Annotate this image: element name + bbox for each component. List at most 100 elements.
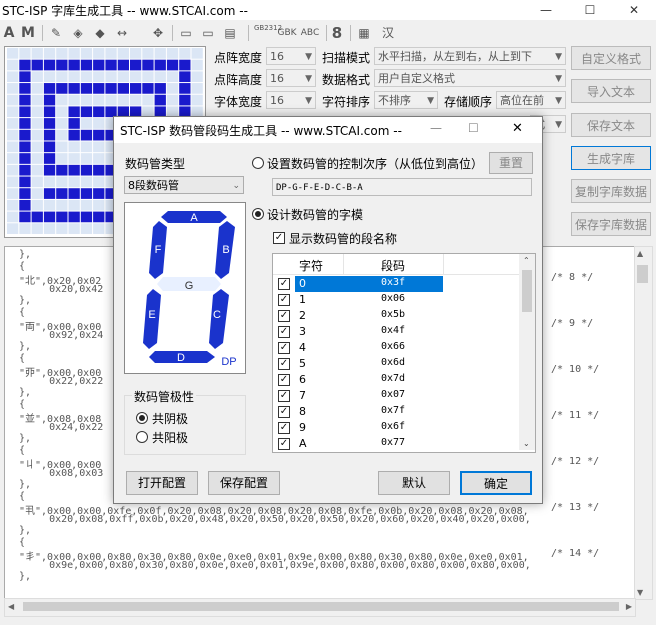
segment-code-list[interactable]: 字符 段码 ✓ 0 0x3f ✓ 1 0x06 ✓ 2 0x5b ✓ 3 0x4f ✓ 4 0x66 ✓ 5 0x… <box>272 253 536 453</box>
bitmap-cell[interactable] <box>68 94 80 106</box>
dot-width-select[interactable]: 16 ▼ <box>266 47 316 65</box>
bitmap-cell[interactable] <box>191 71 203 83</box>
ok-button[interactable]: 确定 <box>460 471 532 495</box>
seven-segment-button[interactable]: 8 <box>330 24 344 42</box>
bitmap-cell[interactable] <box>68 199 80 211</box>
list-item[interactable]: ✓ A 0x77 <box>273 436 519 452</box>
bitmap-cell[interactable] <box>43 59 56 71</box>
bitmap-cell[interactable] <box>19 211 31 223</box>
maximize-button[interactable]: ☐ <box>570 0 610 20</box>
bitmap-cell[interactable] <box>43 94 56 106</box>
list-item[interactable]: ✓ 3 0x4f <box>273 324 519 340</box>
bitmap-cell[interactable] <box>179 59 191 71</box>
bitmap-cell[interactable] <box>31 59 43 71</box>
bitmap-cell[interactable] <box>105 94 117 106</box>
bitmap-cell[interactable] <box>43 211 56 223</box>
bitmap-cell[interactable] <box>68 153 80 164</box>
bitmap-cell[interactable] <box>154 71 166 83</box>
erase-icon[interactable]: ◆ <box>92 24 108 42</box>
bitmap-cell[interactable] <box>93 48 105 59</box>
import-text-button[interactable]: 导入文本 <box>571 79 651 103</box>
bitmap-cell[interactable] <box>43 141 56 153</box>
bitmap-cell[interactable] <box>179 48 191 59</box>
bitmap-cell[interactable] <box>7 199 19 211</box>
export-icon[interactable]: ▤ <box>222 24 238 42</box>
row-checkbox[interactable]: ✓ <box>278 294 290 306</box>
row-checkbox[interactable]: ✓ <box>278 374 290 386</box>
bitmap-cell[interactable] <box>31 199 43 211</box>
bitmap-cell[interactable] <box>31 153 43 164</box>
bitmap-cell[interactable] <box>80 71 93 83</box>
open-icon[interactable]: ▭ <box>178 24 194 42</box>
bitmap-cell[interactable] <box>43 71 56 83</box>
bitmap-cell[interactable] <box>154 59 166 71</box>
bitmap-cell[interactable] <box>142 83 154 94</box>
row-checkbox[interactable]: ✓ <box>278 310 290 322</box>
bitmap-cell[interactable] <box>56 118 68 129</box>
bitmap-cell[interactable] <box>7 129 19 141</box>
bitmap-cell[interactable] <box>31 94 43 106</box>
pencil-icon[interactable]: ✎ <box>48 24 64 42</box>
row-checkbox[interactable]: ✓ <box>278 326 290 338</box>
bitmap-cell[interactable] <box>43 106 56 118</box>
bitmap-cell[interactable] <box>93 176 105 188</box>
bitmap-cell[interactable] <box>130 71 142 83</box>
bitmap-cell[interactable] <box>105 59 117 71</box>
save-config-button[interactable]: 保存配置 <box>208 471 280 495</box>
bitmap-cell[interactable] <box>130 48 142 59</box>
bitmap-cell[interactable] <box>93 129 105 141</box>
bitmap-cell[interactable] <box>7 83 19 94</box>
bitmap-cell[interactable] <box>43 129 56 141</box>
bitmap-cell[interactable] <box>43 83 56 94</box>
bitmap-cell[interactable] <box>68 176 80 188</box>
bitmap-cell[interactable] <box>68 211 80 223</box>
bitmap-cell[interactable] <box>19 164 31 176</box>
bitmap-cell[interactable] <box>43 118 56 129</box>
bitmap-cell[interactable] <box>93 141 105 153</box>
scan-mode-select[interactable]: 水平扫描，从左到右，从上到下 ▼ <box>374 47 566 65</box>
list-item[interactable]: ✓ 2 0x5b <box>273 308 519 324</box>
vertical-scrollbar[interactable]: ▲ ▼ <box>634 246 653 600</box>
bitmap-cell[interactable] <box>19 141 31 153</box>
bitmap-cell[interactable] <box>191 59 203 71</box>
bitmap-cell[interactable] <box>154 48 166 59</box>
bitmap-cell[interactable] <box>31 164 43 176</box>
storage-order-select[interactable]: 高位在前 ▼ <box>496 91 566 109</box>
bitmap-cell[interactable] <box>93 118 105 129</box>
bitmap-cell[interactable] <box>68 164 80 176</box>
bitmap-cell[interactable] <box>117 83 129 94</box>
row-checkbox[interactable]: ✓ <box>278 358 290 370</box>
bitmap-cell[interactable] <box>93 153 105 164</box>
bitmap-cell[interactable] <box>191 94 203 106</box>
grid-icon[interactable]: ▦ <box>356 24 372 42</box>
bitmap-cell[interactable] <box>7 118 19 129</box>
list-item[interactable]: ✓ 4 0x66 <box>273 340 519 356</box>
bitmap-cell[interactable] <box>93 223 105 234</box>
bitmap-cell[interactable] <box>154 94 166 106</box>
flip-icon[interactable]: ↔ <box>114 24 130 42</box>
char-sort-select[interactable]: 不排序 ▼ <box>374 91 438 109</box>
bitmap-cell[interactable] <box>7 71 19 83</box>
common-cathode-radio[interactable] <box>136 412 148 424</box>
bitmap-cell[interactable] <box>93 94 105 106</box>
list-item[interactable]: ✓ 8 0x7f <box>273 404 519 420</box>
bitmap-cell[interactable] <box>56 153 68 164</box>
bitmap-cell[interactable] <box>43 188 56 199</box>
bitmap-cell[interactable] <box>7 141 19 153</box>
bitmap-cell[interactable] <box>19 106 31 118</box>
list-scroll-thumb[interactable] <box>522 270 532 312</box>
font-width-select[interactable]: 16 ▼ <box>266 91 316 109</box>
bitmap-cell[interactable] <box>93 106 105 118</box>
bitmap-cell[interactable] <box>56 141 68 153</box>
bitmap-cell[interactable] <box>19 71 31 83</box>
bitmap-cell[interactable] <box>80 106 93 118</box>
bitmap-cell[interactable] <box>93 59 105 71</box>
font-a-button[interactable]: A <box>2 24 16 42</box>
bitmap-cell[interactable] <box>43 164 56 176</box>
bitmap-cell[interactable] <box>56 94 68 106</box>
bitmap-cell[interactable] <box>31 48 43 59</box>
bitmap-cell[interactable] <box>80 59 93 71</box>
bitmap-cell[interactable] <box>31 129 43 141</box>
bitmap-cell[interactable] <box>179 83 191 94</box>
list-item[interactable]: ✓ 5 0x6d <box>273 356 519 372</box>
